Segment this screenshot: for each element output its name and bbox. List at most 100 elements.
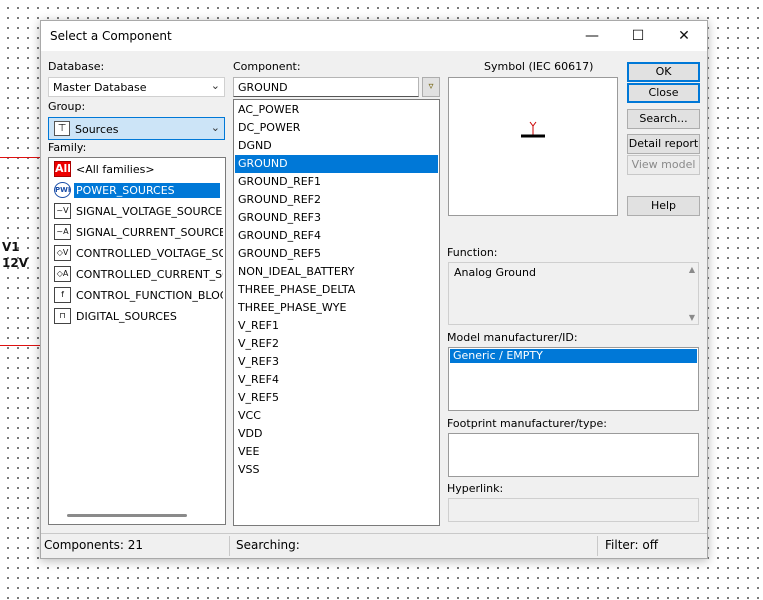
family-item-all[interactable]: All <All families> <box>52 160 223 179</box>
component-item[interactable]: VSS <box>235 461 438 479</box>
all-families-icon: All <box>54 161 71 177</box>
family-item-label: SIGNAL_CURRENT_SOURCES <box>76 226 223 239</box>
component-item[interactable]: GROUND_REF4 <box>235 227 438 245</box>
component-item[interactable]: DC_POWER <box>235 119 438 137</box>
footprint-label: Footprint manufacturer/type: <box>447 417 607 430</box>
model-list[interactable]: Generic / EMPTY <box>448 347 699 411</box>
footprint-list[interactable] <box>448 433 699 477</box>
component-filter-value: GROUND <box>238 81 288 94</box>
scroll-up-icon[interactable]: ▲ <box>689 265 695 274</box>
database-value: Master Database <box>53 81 147 94</box>
component-item[interactable]: GROUND_REF5 <box>235 245 438 263</box>
component-item[interactable]: V_REF1 <box>235 317 438 335</box>
detail-report-button[interactable]: Detail report <box>627 134 700 154</box>
filter-icon[interactable]: ▿ <box>422 77 440 97</box>
hyperlink-field[interactable] <box>448 498 699 522</box>
component-item-label: GROUND_REF5 <box>238 247 321 260</box>
signal-current-source-icon: ~A <box>54 224 71 240</box>
family-item-power-sources[interactable]: PWR POWER_SOURCES <box>52 181 223 200</box>
family-item-label: <All families> <box>76 163 155 176</box>
function-text: Analog Ground ▲ ▼ <box>448 262 699 325</box>
model-item-label: Generic / EMPTY <box>453 349 543 362</box>
searching-status: Searching: <box>236 538 300 552</box>
database-label: Database: <box>48 60 105 73</box>
family-list[interactable]: All <All families> PWR POWER_SOURCES ~V … <box>48 157 226 525</box>
component-item[interactable]: AC_POWER <box>235 101 438 119</box>
component-item-label: V_REF3 <box>238 355 279 368</box>
close-button[interactable]: Close <box>627 83 700 103</box>
component-item-label: AC_POWER <box>238 103 300 116</box>
minimize-icon[interactable]: — <box>569 21 615 51</box>
family-item-label: CONTROLLED_VOLTAGE_SOUR <box>76 247 223 260</box>
schematic-wire <box>0 157 42 158</box>
sources-icon: ⊤ <box>54 121 70 136</box>
component-item-label: VEE <box>238 445 260 458</box>
component-item[interactable]: GROUND_REF1 <box>235 173 438 191</box>
family-item-signal-voltage[interactable]: ~V SIGNAL_VOLTAGE_SOURCES <box>52 202 223 221</box>
group-label: Group: <box>48 100 86 113</box>
component-item-label: VCC <box>238 409 261 422</box>
component-item[interactable]: V_REF5 <box>235 389 438 407</box>
group-select[interactable]: ⊤ Sources ⌄ <box>48 117 225 140</box>
close-icon[interactable]: ✕ <box>661 21 707 51</box>
component-item[interactable]: GROUND_REF2 <box>235 191 438 209</box>
maximize-icon[interactable]: ☐ <box>615 21 661 51</box>
status-divider <box>597 536 598 556</box>
function-value: Analog Ground <box>454 266 536 279</box>
component-item-label: VSS <box>238 463 260 476</box>
group-value: Sources <box>75 123 119 136</box>
component-item[interactable]: DGND <box>235 137 438 155</box>
component-item[interactable]: V_REF3 <box>235 353 438 371</box>
component-item-label: V_REF1 <box>238 319 279 332</box>
chevron-down-icon: ⌄ <box>210 121 220 134</box>
symbol-label: Symbol (IEC 60617) <box>484 60 594 73</box>
component-item-selected[interactable]: GROUND <box>235 155 438 173</box>
database-select[interactable]: Master Database ⌄ <box>48 77 225 97</box>
family-item-controlled-voltage[interactable]: ◇V CONTROLLED_VOLTAGE_SOUR <box>52 244 223 263</box>
component-list[interactable]: AC_POWER DC_POWER DGND GROUND GROUND_REF… <box>233 99 440 526</box>
component-item-label: V_REF4 <box>238 373 279 386</box>
family-item-digital-sources[interactable]: ⊓ DIGITAL_SOURCES <box>52 307 223 326</box>
component-item-label: DC_POWER <box>238 121 301 134</box>
schematic-value-label: 12V <box>2 256 28 270</box>
view-model-button[interactable]: View model <box>627 155 700 175</box>
control-function-icon: f <box>54 287 71 303</box>
component-item[interactable]: V_REF4 <box>235 371 438 389</box>
function-label: Function: <box>447 246 498 259</box>
controlled-current-source-icon: ◇A <box>54 266 71 282</box>
component-item-label: GROUND <box>238 157 288 170</box>
horizontal-scrollbar[interactable] <box>67 514 187 517</box>
family-item-signal-current[interactable]: ~A SIGNAL_CURRENT_SOURCES <box>52 223 223 242</box>
component-item-label: THREE_PHASE_DELTA <box>238 283 356 296</box>
component-item[interactable]: NON_IDEAL_BATTERY <box>235 263 438 281</box>
status-divider <box>229 536 230 556</box>
component-item[interactable]: GROUND_REF3 <box>235 209 438 227</box>
component-item[interactable]: V_REF2 <box>235 335 438 353</box>
component-label: Component: <box>233 60 301 73</box>
component-item-label: GROUND_REF3 <box>238 211 321 224</box>
controlled-voltage-source-icon: ◇V <box>54 245 71 261</box>
family-item-control-function[interactable]: f CONTROL_FUNCTION_BLOCKS <box>52 286 223 305</box>
component-item-label: THREE_PHASE_WYE <box>238 301 347 314</box>
search-button[interactable]: Search... <box>627 109 700 129</box>
dialog-title: Select a Component <box>50 29 172 43</box>
component-item[interactable]: VEE <box>235 443 438 461</box>
ground-symbol-icon <box>521 121 545 138</box>
filter-status: Filter: off <box>605 538 658 552</box>
component-item-label: V_REF5 <box>238 391 279 404</box>
scroll-down-icon[interactable]: ▼ <box>689 313 695 322</box>
model-item-selected[interactable]: Generic / EMPTY <box>450 349 697 363</box>
family-item-label: SIGNAL_VOLTAGE_SOURCES <box>76 205 223 218</box>
family-item-controlled-current[interactable]: ◇A CONTROLLED_CURRENT_SOUI <box>52 265 223 284</box>
component-filter-input[interactable]: GROUND <box>233 77 419 97</box>
schematic-ref-label: V1 <box>2 240 20 254</box>
component-item[interactable]: THREE_PHASE_DELTA <box>235 281 438 299</box>
component-item[interactable]: THREE_PHASE_WYE <box>235 299 438 317</box>
status-bar: Components: 21 Searching: Filter: off <box>41 533 707 558</box>
ok-button[interactable]: OK <box>627 62 700 82</box>
component-item-label: GROUND_REF1 <box>238 175 321 188</box>
help-button[interactable]: Help <box>627 196 700 216</box>
symbol-preview <box>448 77 618 216</box>
component-item[interactable]: VCC <box>235 407 438 425</box>
component-item[interactable]: VDD <box>235 425 438 443</box>
